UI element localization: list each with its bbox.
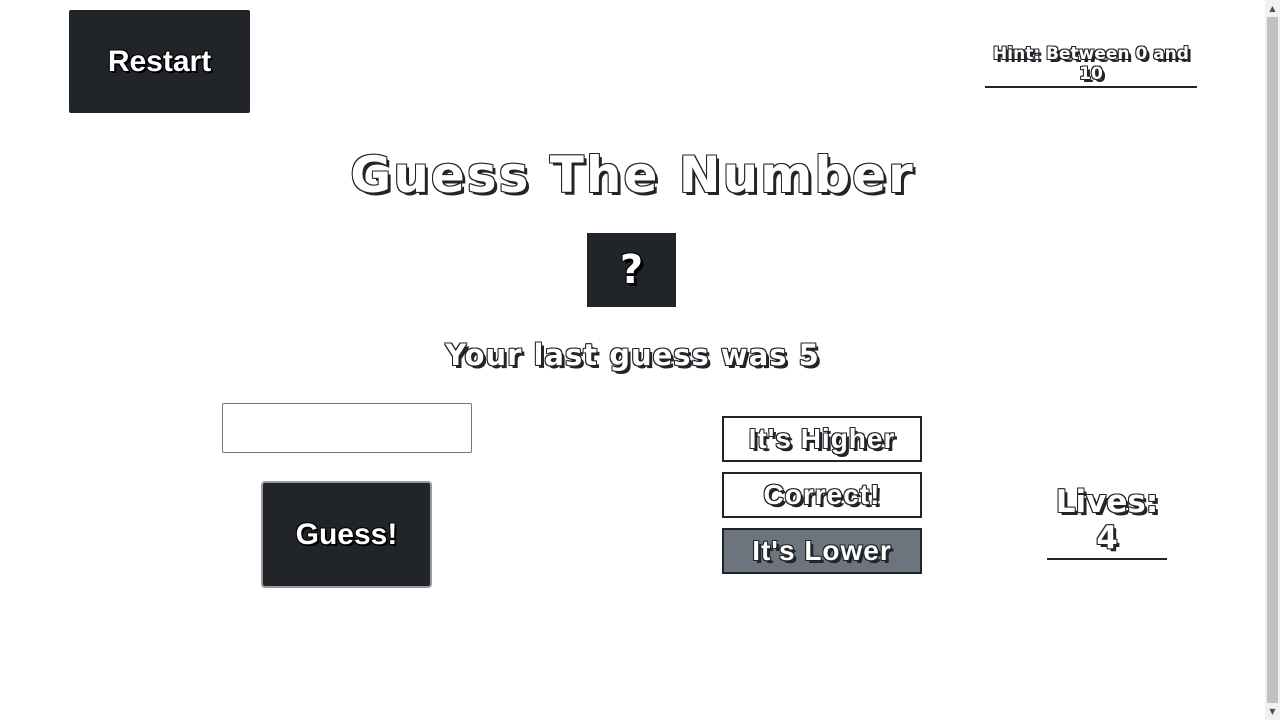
game-page: Restart Hint: Between 0 and 10 Guess The… — [0, 0, 1265, 720]
correct-button[interactable]: Correct! — [722, 472, 922, 518]
triangle-up-icon[interactable]: ▲ — [1265, 0, 1280, 17]
triangle-down-icon[interactable]: ▼ — [1265, 703, 1280, 720]
its-lower-button[interactable]: It's Lower — [722, 528, 922, 574]
its-higher-label: It's Higher — [748, 423, 896, 454]
guess-button[interactable]: Guess! — [261, 481, 432, 588]
mystery-number-box: ? — [587, 233, 676, 307]
guess-input[interactable] — [222, 403, 472, 453]
scrollbar-thumb[interactable] — [1267, 17, 1278, 703]
page-title: Guess The Number — [350, 146, 915, 204]
last-guess-text: Your last guess was 5 — [445, 338, 820, 372]
hint-text: Hint: Between 0 and 10 — [985, 44, 1197, 88]
its-lower-label: It's Lower — [752, 535, 892, 566]
guess-button-label: Guess! — [295, 517, 398, 551]
vertical-scrollbar[interactable]: ▲ ▼ — [1265, 0, 1280, 720]
mystery-number: ? — [619, 247, 644, 293]
correct-label: Correct! — [763, 479, 881, 510]
its-higher-button[interactable]: It's Higher — [722, 416, 922, 462]
restart-button[interactable]: Restart — [69, 10, 250, 113]
restart-button-label: Restart — [107, 44, 212, 78]
lives-counter: Lives: 4 — [1047, 484, 1167, 560]
